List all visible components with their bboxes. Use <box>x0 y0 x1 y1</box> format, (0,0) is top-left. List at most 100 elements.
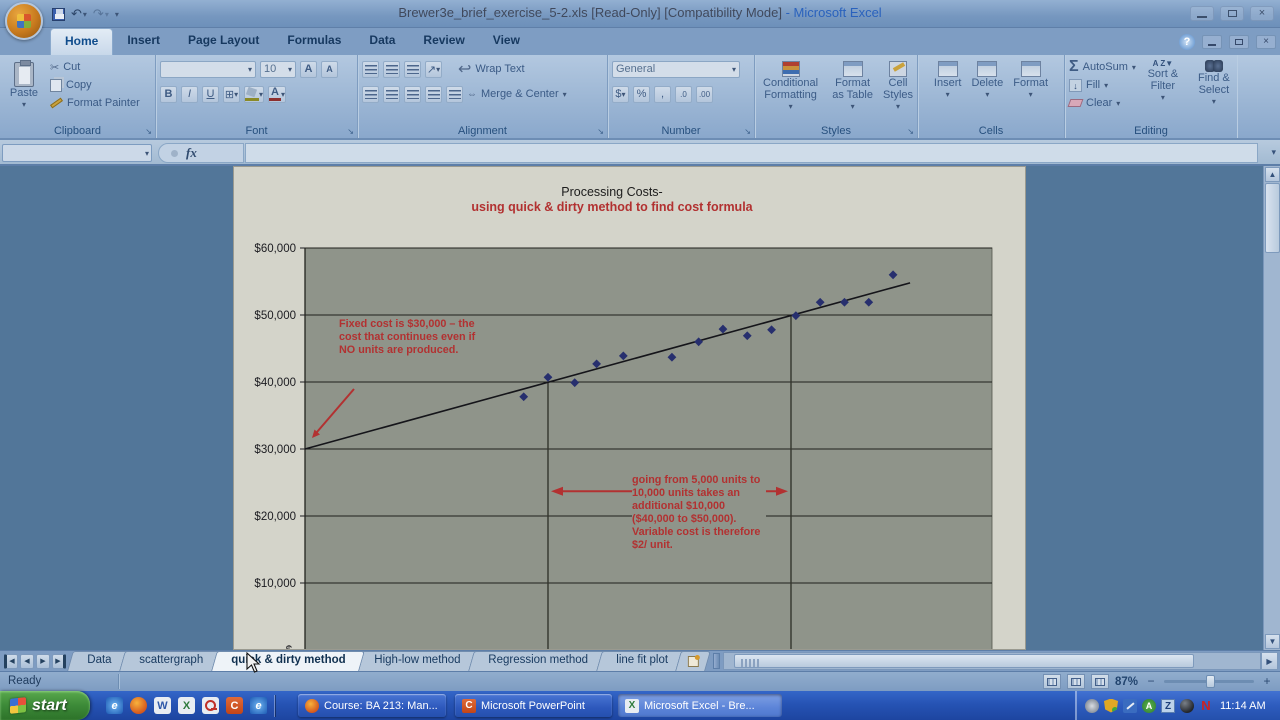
sheet-tab-line-fit-plot[interactable]: line fit plot <box>596 651 688 671</box>
restore-button[interactable] <box>1220 6 1244 21</box>
insert-cells-button[interactable]: Insert ▾ <box>934 61 962 124</box>
decrease-decimal-button[interactable]: .00 <box>696 86 713 103</box>
font-color-button[interactable]: A▾ <box>268 86 286 103</box>
internet-explorer-icon[interactable]: e <box>106 697 123 714</box>
tab-home[interactable]: Home <box>50 28 113 55</box>
vertical-scroll-thumb[interactable] <box>1265 183 1280 253</box>
tab-view[interactable]: View <box>479 28 534 55</box>
styles-dialog-launcher[interactable]: ↘ <box>907 127 914 136</box>
page-break-view-button[interactable] <box>1091 674 1109 689</box>
format-painter-button[interactable]: Format Painter <box>50 94 140 112</box>
font-name-combo[interactable]: ▾ <box>160 61 256 78</box>
increase-decimal-button[interactable]: .0 <box>675 86 692 103</box>
chart-sheet[interactable]: $60,000$50,000$40,000$30,000$20,000$10,0… <box>233 166 1026 650</box>
novell-icon[interactable]: N <box>1199 699 1213 713</box>
italic-button[interactable]: I <box>181 86 198 103</box>
first-sheet-button[interactable]: ◀ <box>4 654 18 669</box>
workbook-minimize-button[interactable] <box>1202 35 1222 49</box>
number-format-combo[interactable]: General▾ <box>612 61 740 78</box>
tab-formulas[interactable]: Formulas <box>273 28 355 55</box>
align-right-button[interactable] <box>404 86 421 103</box>
wrench-icon[interactable] <box>1123 699 1137 713</box>
zoom-in-button[interactable]: + <box>1260 675 1274 689</box>
percent-style-button[interactable]: % <box>633 86 650 103</box>
format-as-table-button[interactable]: Format as Table ▾ <box>830 61 875 124</box>
powerpoint-icon[interactable]: C <box>226 697 243 714</box>
insert-worksheet-tab[interactable] <box>676 651 712 671</box>
tab-page-layout[interactable]: Page Layout <box>174 28 273 55</box>
accounting-format-button[interactable]: $▾ <box>612 86 629 103</box>
taskbar-button-powerpoint[interactable]: C Microsoft PowerPoint <box>455 694 612 717</box>
merge-center-button[interactable]: ⇔Merge & Center▾ <box>467 85 567 103</box>
paste-button[interactable]: Paste ▾ <box>4 58 44 112</box>
underline-button[interactable]: U <box>202 86 219 103</box>
help-button[interactable]: ? <box>1179 34 1195 50</box>
align-left-button[interactable] <box>362 86 379 103</box>
align-bottom-button[interactable] <box>404 61 421 78</box>
sheet-tab-high-low-method[interactable]: High-low method <box>354 651 480 671</box>
security-shield-icon[interactable] <box>1104 699 1118 713</box>
font-dialog-launcher[interactable]: ↘ <box>347 127 354 136</box>
firefox-icon[interactable] <box>130 697 147 714</box>
increase-indent-button[interactable] <box>446 86 463 103</box>
tab-review[interactable]: Review <box>409 28 478 55</box>
close-button[interactable]: × <box>1250 6 1274 21</box>
align-center-button[interactable] <box>383 86 400 103</box>
zoom-level[interactable]: 87% <box>1115 676 1138 688</box>
start-button[interactable]: start <box>0 691 90 720</box>
scroll-right-icon[interactable]: ▶ <box>1261 652 1278 670</box>
alignment-dialog-launcher[interactable]: ↘ <box>597 127 604 136</box>
normal-view-button[interactable] <box>1043 674 1061 689</box>
copy-button[interactable]: Copy <box>50 76 140 94</box>
font-size-combo[interactable]: 10▾ <box>260 61 296 78</box>
clear-button[interactable]: Clear▾ <box>1069 94 1136 112</box>
name-box[interactable]: ▾ <box>2 144 152 162</box>
sheet-tab-quick-dirty-method[interactable]: quick & dirty method <box>211 651 365 671</box>
horizontal-scrollbar[interactable] <box>723 652 1261 670</box>
clipboard-dialog-launcher[interactable]: ↘ <box>145 127 152 136</box>
borders-button[interactable]: ⊞▾ <box>223 86 240 103</box>
browser-icon[interactable]: e <box>250 697 267 714</box>
formula-input[interactable] <box>245 143 1258 163</box>
taskbar-button-course[interactable]: Course: BA 213: Man... <box>298 694 446 717</box>
sheet-tab-scattergraph[interactable]: scattergraph <box>119 651 223 671</box>
next-sheet-button[interactable]: ▶ <box>36 654 50 669</box>
wrap-text-button[interactable]: ↩Wrap Text <box>458 60 525 78</box>
expand-formula-bar-icon[interactable]: ▾ <box>1271 147 1276 158</box>
horizontal-scroll-thumb[interactable] <box>734 654 1194 668</box>
last-sheet-button[interactable]: ▶ <box>52 654 66 669</box>
grow-font-button[interactable]: A <box>300 61 317 78</box>
vertical-scrollbar[interactable]: ▲ ▼ <box>1263 166 1280 650</box>
volume-icon[interactable] <box>1085 699 1099 713</box>
zoom-slider-thumb[interactable] <box>1206 675 1215 688</box>
scroll-up-icon[interactable]: ▲ <box>1265 167 1280 182</box>
scroll-down-icon[interactable]: ▼ <box>1265 634 1280 649</box>
cut-button[interactable]: ✂Cut <box>50 58 140 76</box>
tab-data[interactable]: Data <box>355 28 409 55</box>
excel-icon[interactable]: X <box>178 697 195 714</box>
taskbar-button-excel[interactable]: X Microsoft Excel - Bre... <box>618 694 782 717</box>
sort-filter-button[interactable]: A Z▼ Sort & Filter ▾ <box>1142 60 1184 112</box>
sheet-tab-regression-method[interactable]: Regression method <box>468 651 607 671</box>
orientation-button[interactable]: ↗▾ <box>425 61 442 78</box>
conditional-formatting-button[interactable]: Conditional Formatting ▾ <box>759 61 822 124</box>
zoom-slider[interactable] <box>1164 680 1254 683</box>
prev-sheet-button[interactable]: ◀ <box>20 654 34 669</box>
insert-function-button[interactable]: fx <box>158 143 244 163</box>
find-select-button[interactable]: Find & Select ▾ <box>1192 60 1236 112</box>
word-icon[interactable]: W <box>154 697 171 714</box>
workbook-restore-button[interactable] <box>1229 35 1249 49</box>
orb-icon[interactable] <box>1180 699 1194 713</box>
access-key-icon[interactable] <box>202 697 219 714</box>
antivirus-icon[interactable]: A <box>1142 699 1156 713</box>
office-button[interactable] <box>5 2 43 40</box>
align-middle-button[interactable] <box>383 61 400 78</box>
bold-button[interactable]: B <box>160 86 177 103</box>
number-dialog-launcher[interactable]: ↘ <box>744 127 751 136</box>
delete-cells-button[interactable]: Delete ▾ <box>971 61 1003 124</box>
zone-z-icon[interactable]: Z <box>1161 699 1175 713</box>
fill-color-button[interactable]: ▾ <box>244 86 264 103</box>
workbook-close-button[interactable]: × <box>1256 35 1276 49</box>
decrease-indent-button[interactable] <box>425 86 442 103</box>
shrink-font-button[interactable]: A <box>321 61 338 78</box>
